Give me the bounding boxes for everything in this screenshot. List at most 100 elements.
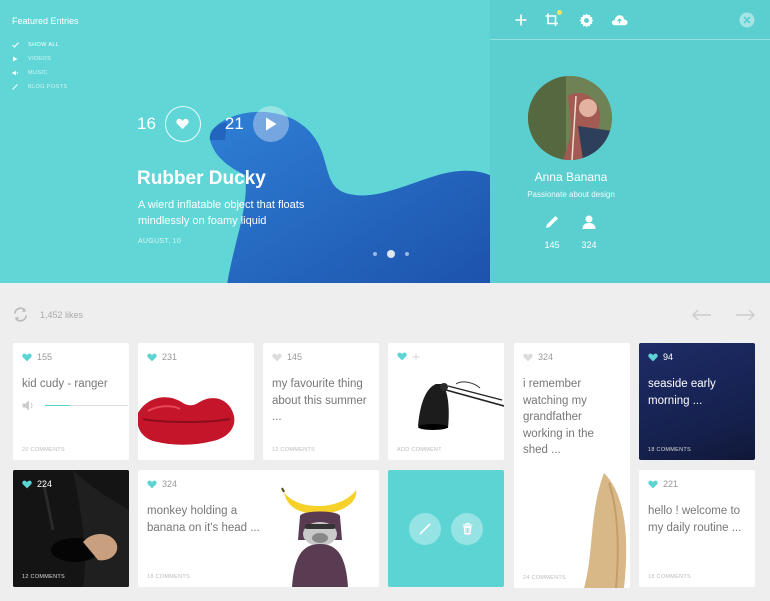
heart-icon: [147, 353, 157, 361]
previous-arrow[interactable]: [692, 308, 712, 326]
comments-count[interactable]: 18 COMMENTS: [648, 574, 691, 580]
carousel-dot[interactable]: [405, 252, 409, 256]
card-summer[interactable]: 145 my favourite thing about this summer…: [263, 343, 379, 460]
user-icon: [582, 215, 596, 229]
carousel-dot-active[interactable]: [387, 250, 395, 258]
likes-count: 155: [37, 352, 53, 362]
followers-count: 324: [581, 240, 597, 250]
card-likes[interactable]: 94: [648, 352, 673, 362]
monkey-banana-image: [281, 487, 357, 587]
entry-stats: 16 21: [137, 106, 289, 142]
card-likes[interactable]: 155: [22, 352, 52, 362]
edit-button[interactable]: [409, 513, 441, 545]
heart-icon: [648, 480, 658, 488]
close-button[interactable]: [737, 10, 757, 30]
filter-label: BLOG POSTS: [28, 84, 68, 90]
arrow-left-icon: [692, 309, 711, 321]
close-icon: [739, 12, 755, 28]
trash-icon: [462, 523, 472, 535]
filter-blog-posts[interactable]: BLOG POSTS: [12, 80, 67, 94]
progress-bar[interactable]: [45, 405, 128, 406]
progress-fill: [45, 405, 70, 406]
profile-toolbar: [490, 0, 770, 40]
card-bowl[interactable]: 224 12 COMMENTS: [13, 470, 129, 587]
audio-player[interactable]: [22, 400, 129, 411]
feed-toolbar: 1,452 likes: [0, 300, 770, 330]
likes-count: 16: [137, 114, 156, 133]
notification-dot: [557, 10, 562, 15]
card-likes[interactable]: 231: [147, 352, 177, 362]
featured-entry: Featured Entries SHOW ALL VIDEOS MUSIC B…: [0, 0, 490, 283]
delete-button[interactable]: [451, 513, 483, 545]
card-likes[interactable]: 324: [147, 479, 177, 489]
card-edit-actions: [388, 470, 504, 587]
comments-count[interactable]: 24 COMMENTS: [523, 575, 566, 581]
filter-show-all[interactable]: SHOW ALL: [12, 38, 67, 52]
add-button[interactable]: [511, 10, 531, 30]
card-text: kid cudy - ranger: [22, 378, 108, 390]
card-likes[interactable]: 221: [648, 479, 678, 489]
comments-count[interactable]: 20 COMMENTS: [22, 447, 65, 453]
check-icon: [12, 42, 22, 48]
card-text: i remember watching my grandfather worki…: [523, 378, 594, 456]
card-grandfather[interactable]: 324 i remember watching my grandfather w…: [514, 343, 630, 588]
pencil-icon: [546, 216, 558, 228]
followers-stat[interactable]: 324: [574, 215, 604, 250]
add-comment-link[interactable]: ADD COMMENT: [397, 447, 442, 453]
settings-button[interactable]: [576, 10, 596, 30]
arrow-right-icon: [736, 309, 755, 321]
filter-label: VIDEOS: [28, 56, 52, 62]
card-actions: [397, 352, 425, 361]
comments-count[interactable]: 18 COMMENTS: [147, 574, 190, 580]
play-icon: [265, 117, 277, 131]
speaker-icon: [22, 400, 33, 411]
pencil-icon: [419, 523, 431, 535]
crop-icon: [545, 13, 558, 26]
heart-icon: [176, 118, 189, 130]
heart-icon[interactable]: [397, 352, 407, 361]
avatar[interactable]: [528, 76, 612, 160]
card-likes[interactable]: 224: [22, 479, 52, 489]
comments-count[interactable]: 12 COMMENTS: [22, 574, 65, 580]
cloud-upload-button[interactable]: [609, 10, 629, 30]
filter-videos[interactable]: VIDEOS: [12, 52, 67, 66]
posts-stat[interactable]: 145: [537, 215, 567, 250]
lamp-image: [418, 381, 504, 430]
card-lips[interactable]: 231: [138, 343, 254, 460]
profile-panel: Anna Banana Passionate about design 145 …: [490, 0, 770, 283]
card-routine[interactable]: 221 hello ! welcome to my daily routine …: [639, 470, 755, 587]
wood-image: [584, 473, 627, 588]
total-likes: 1,452 likes: [40, 310, 84, 320]
refresh-button[interactable]: [12, 306, 29, 328]
crop-button[interactable]: [542, 10, 562, 30]
heart-icon: [147, 480, 157, 488]
card-seaside[interactable]: 94 seaside early morning ... 18 COMMENTS: [639, 343, 755, 460]
featured-entries-title: Featured Entries: [12, 16, 79, 26]
comments-count[interactable]: 18 COMMENTS: [648, 447, 691, 453]
card-likes[interactable]: 145: [272, 352, 302, 362]
next-arrow[interactable]: [735, 308, 755, 326]
card-monkey[interactable]: 324 monkey holding a banana on it's head…: [138, 470, 379, 587]
refresh-icon: [13, 307, 28, 322]
avatar-photo: [528, 76, 612, 160]
plus-icon[interactable]: [412, 353, 420, 361]
filter-music[interactable]: MUSIC: [12, 66, 67, 80]
like-button[interactable]: [164, 106, 201, 142]
card-likes[interactable]: 324: [523, 352, 553, 362]
comments-count[interactable]: 12 COMMENTS: [272, 447, 315, 453]
play-button[interactable]: [252, 106, 289, 142]
likes-count: 94: [663, 352, 674, 362]
likes-count: 231: [162, 352, 178, 362]
profile-name: Anna Banana: [534, 170, 608, 184]
cloud-upload-icon: [611, 15, 628, 26]
lips-sofa-image: [138, 397, 235, 445]
likes-count: 224: [37, 479, 53, 489]
card-lamp[interactable]: ADD COMMENT: [388, 343, 504, 460]
card-text: monkey holding a banana on it's head ...: [147, 505, 260, 534]
play-icon: [12, 56, 22, 62]
card-music[interactable]: 155 kid cudy - ranger 20 COMMENTS: [13, 343, 129, 460]
carousel-dot[interactable]: [373, 252, 377, 256]
heart-icon: [22, 480, 32, 488]
filter-label: MUSIC: [28, 70, 48, 76]
profile-tagline: Passionate about design: [527, 190, 615, 199]
